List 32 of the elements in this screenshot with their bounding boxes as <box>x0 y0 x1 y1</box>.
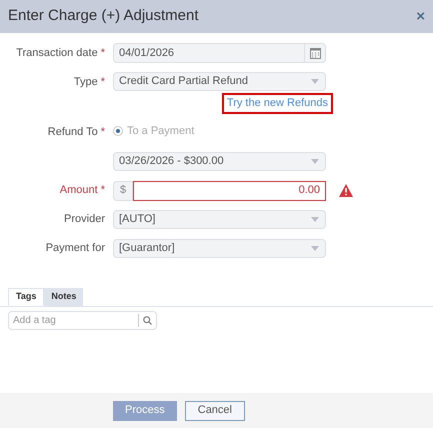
select-field[interactable]: [Guarantor] <box>113 238 326 258</box>
calendar-icon[interactable] <box>310 47 320 59</box>
select-field[interactable]: Credit Card Partial Refund <box>113 72 326 91</box>
field-label: Type <box>74 74 98 90</box>
field-label: Provider <box>64 212 105 228</box>
field-label: Amount <box>60 183 98 198</box>
required-mark: * <box>100 46 105 61</box>
select-field[interactable]: 03/26/2026 - $300.00 <box>113 152 326 170</box>
caret-icon <box>311 216 319 222</box>
cancel-button[interactable]: Cancel <box>184 400 245 420</box>
select-field[interactable]: [AUTO] <box>113 210 326 228</box>
warning-icon <box>339 184 353 197</box>
required-mark: * <box>100 74 105 90</box>
caret-icon <box>311 79 319 84</box>
required-mark: * <box>100 125 105 140</box>
tab[interactable]: Notes <box>44 288 84 306</box>
field-label: Refund To <box>48 125 98 140</box>
amount-field[interactable]: 0.00 <box>133 180 326 200</box>
field-label: Payment for <box>46 241 105 256</box>
date-field[interactable]: 04/01/2026 <box>113 43 326 63</box>
radio-label: To a Payment <box>127 124 194 138</box>
dialog-title: Enter Charge (+) Adjustment <box>8 6 199 26</box>
close-button[interactable]: × <box>416 9 425 24</box>
field-label: Transaction date <box>16 46 98 61</box>
caret-icon <box>311 158 319 164</box>
tab[interactable]: Tags <box>8 288 44 306</box>
search-icon[interactable] <box>143 316 152 324</box>
caret-icon <box>311 246 319 250</box>
required-mark: * <box>100 183 105 198</box>
tag-field[interactable]: Add a tag <box>8 310 157 330</box>
radio-button[interactable] <box>113 126 123 136</box>
currency-prefix: $ <box>113 180 133 200</box>
